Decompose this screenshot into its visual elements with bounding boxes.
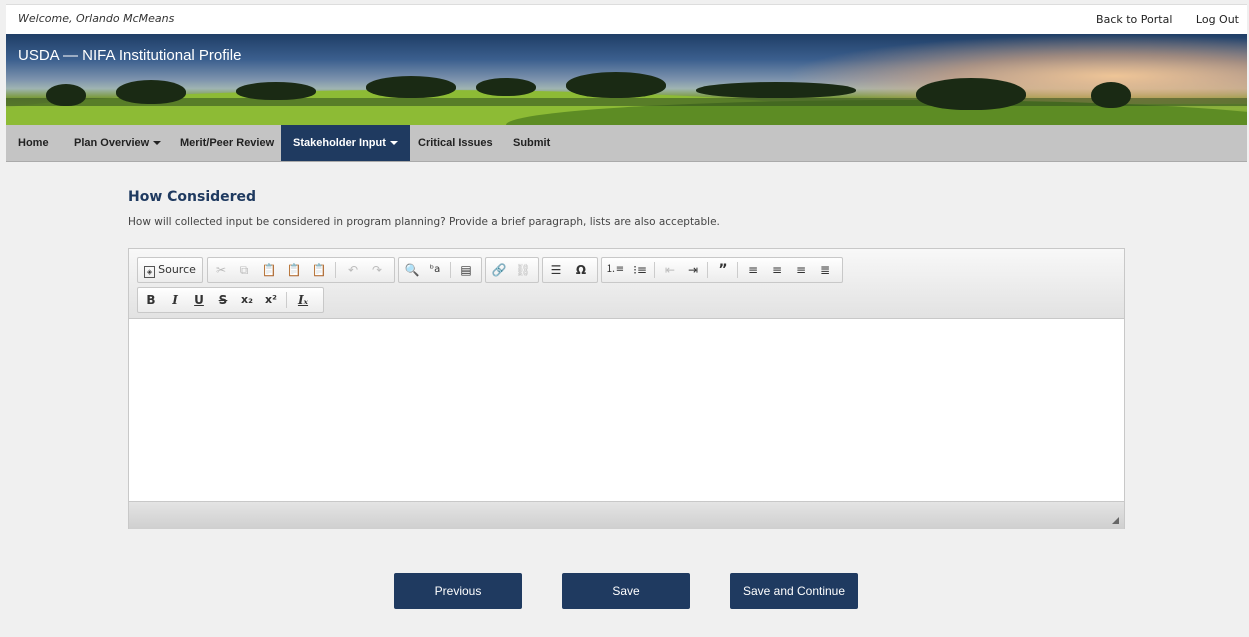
resize-handle-icon[interactable] xyxy=(1112,517,1119,524)
rich-text-editor: ◈ Source ✂ ⧉ 📋 📋 📋 ↶ ↷ 🔍 ᵇa ▤ 🔗 ⛓ ☰ Ω ⒈≡… xyxy=(128,248,1125,529)
bold-icon[interactable]: B xyxy=(140,288,162,312)
find-icon[interactable]: 🔍 xyxy=(401,258,423,282)
nav-home[interactable]: Home xyxy=(6,125,61,161)
section-heading: How Considered xyxy=(128,189,257,205)
banner-image: USDA — NIFA Institutional Profile xyxy=(6,34,1247,125)
link-group: 🔗 ⛓ xyxy=(485,257,539,283)
clipboard-group: ✂ ⧉ 📋 📋 📋 ↶ ↷ xyxy=(207,257,395,283)
save-button[interactable]: Save xyxy=(562,573,690,609)
nav-plan-overview[interactable]: Plan Overview xyxy=(62,125,173,161)
subscript-icon[interactable]: x₂ xyxy=(236,288,258,312)
paragraph-group: ⒈≡ ⁝≡ ⇤ ⇥ ” ≡ ≡ ≡ ≣ xyxy=(601,257,843,283)
chevron-down-icon xyxy=(389,141,398,146)
source-icon: ◈ xyxy=(144,266,156,278)
paste-text-icon[interactable]: 📋 xyxy=(283,258,305,282)
remove-format-icon[interactable]: Iₓ xyxy=(292,288,314,312)
horizontal-line-icon[interactable]: ☰ xyxy=(545,258,567,282)
align-center-icon[interactable]: ≡ xyxy=(766,258,788,282)
link-icon[interactable]: 🔗 xyxy=(488,258,510,282)
bulleted-list-icon[interactable]: ⁝≡ xyxy=(629,258,651,282)
nav-stakeholder-input-label: Stakeholder Input xyxy=(293,137,386,149)
nav-critical-issues[interactable]: Critical Issues xyxy=(406,125,505,161)
chevron-down-icon xyxy=(153,141,162,146)
underline-icon[interactable]: U xyxy=(188,288,210,312)
main-nav: Home Plan Overview Merit/Peer Review Sta… xyxy=(6,125,1247,162)
select-all-icon[interactable]: ▤ xyxy=(455,258,477,282)
welcome-text: Welcome, Orlando McMeans xyxy=(18,12,175,25)
special-char-icon[interactable]: Ω xyxy=(570,258,592,282)
numbered-list-icon[interactable]: ⒈≡ xyxy=(604,258,626,282)
top-links: Back to Portal Log Out xyxy=(1076,13,1239,26)
blockquote-icon[interactable]: ” xyxy=(712,258,734,282)
align-right-icon[interactable]: ≡ xyxy=(790,258,812,282)
source-button[interactable]: ◈ Source xyxy=(138,258,202,282)
basicstyles-group: B I U S x₂ x² Iₓ xyxy=(137,287,324,313)
log-out-link[interactable]: Log Out xyxy=(1196,13,1239,26)
find-group: 🔍 ᵇa ▤ xyxy=(398,257,482,283)
undo-icon[interactable]: ↶ xyxy=(342,258,364,282)
insert-group: ☰ Ω xyxy=(542,257,598,283)
nav-plan-overview-label: Plan Overview xyxy=(74,137,150,149)
section-description: How will collected input be considered i… xyxy=(128,216,720,228)
paste-icon[interactable]: 📋 xyxy=(258,258,280,282)
align-left-icon[interactable]: ≡ xyxy=(742,258,764,282)
paste-word-icon[interactable]: 📋 xyxy=(308,258,330,282)
nav-submit[interactable]: Submit xyxy=(501,125,562,161)
italic-icon[interactable]: I xyxy=(164,288,186,312)
indent-icon[interactable]: ⇥ xyxy=(682,258,704,282)
nav-stakeholder-input[interactable]: Stakeholder Input xyxy=(281,125,410,161)
editor-status-bar xyxy=(129,501,1124,529)
back-to-portal-link[interactable]: Back to Portal xyxy=(1096,13,1172,26)
superscript-icon[interactable]: x² xyxy=(260,288,282,312)
replace-icon[interactable]: ᵇa xyxy=(424,258,446,282)
source-label: Source xyxy=(158,263,196,276)
redo-icon[interactable]: ↷ xyxy=(366,258,388,282)
justify-icon[interactable]: ≣ xyxy=(814,258,836,282)
nav-merit-peer-review[interactable]: Merit/Peer Review xyxy=(168,125,286,161)
editor-content-area[interactable] xyxy=(129,319,1124,501)
editor-toolbar: ◈ Source ✂ ⧉ 📋 📋 📋 ↶ ↷ 🔍 ᵇa ▤ 🔗 ⛓ ☰ Ω ⒈≡… xyxy=(129,249,1124,319)
previous-button[interactable]: Previous xyxy=(394,573,522,609)
strike-icon[interactable]: S xyxy=(212,288,234,312)
save-and-continue-button[interactable]: Save and Continue xyxy=(730,573,858,609)
outdent-icon[interactable]: ⇤ xyxy=(659,258,681,282)
banner-title: USDA — NIFA Institutional Profile xyxy=(18,47,242,64)
unlink-icon[interactable]: ⛓ xyxy=(512,258,534,282)
copy-icon[interactable]: ⧉ xyxy=(233,258,255,282)
source-group: ◈ Source xyxy=(137,257,203,283)
top-bar: Welcome, Orlando McMeans Back to Portal … xyxy=(6,4,1247,35)
cut-icon[interactable]: ✂ xyxy=(210,258,232,282)
